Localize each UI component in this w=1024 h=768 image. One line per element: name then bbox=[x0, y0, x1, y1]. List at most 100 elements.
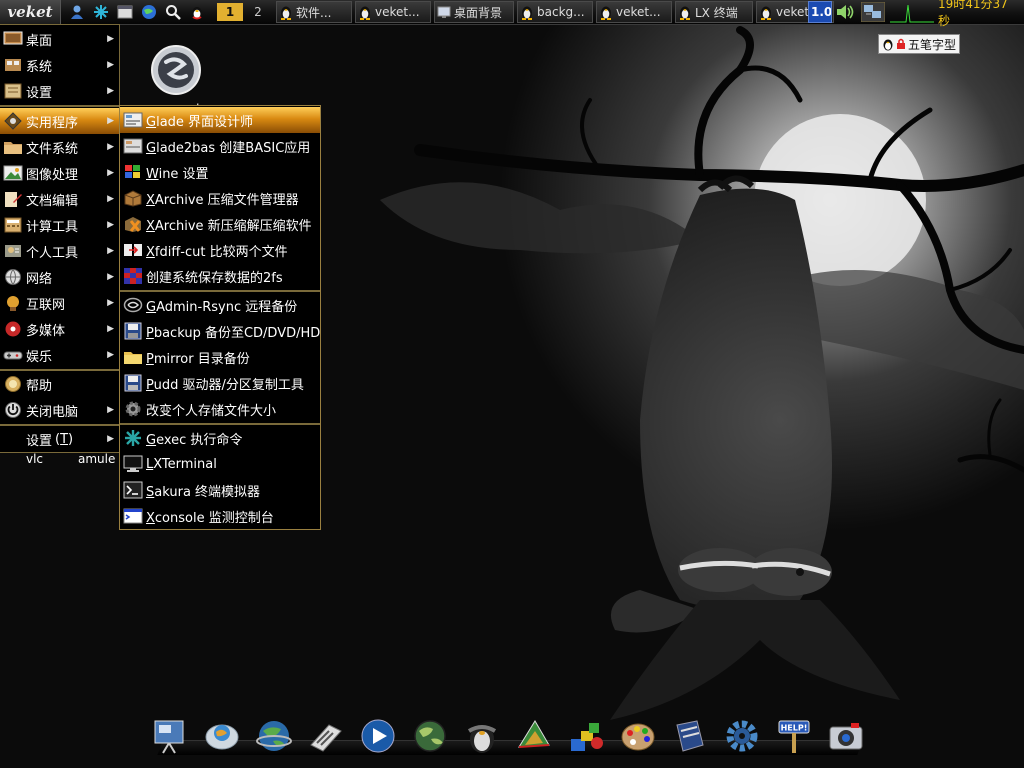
globe-tablet-icon[interactable] bbox=[202, 716, 242, 756]
gear-star-icon[interactable] bbox=[92, 3, 110, 21]
submenu-item-label: Xconsole 监测控制台 bbox=[146, 510, 274, 526]
submenu-item-xarchive-new[interactable]: XArchive 新压缩解压缩软件 bbox=[120, 211, 320, 237]
menu-item-help[interactable]: 帮助 bbox=[0, 371, 119, 397]
window-icon[interactable] bbox=[116, 3, 134, 21]
user-icon[interactable] bbox=[68, 3, 86, 21]
desktop-icon-gsopcast[interactable]: gsopcast bbox=[140, 44, 212, 114]
amule-label[interactable]: amule bbox=[78, 452, 115, 466]
menu-item-personal[interactable]: 个人工具 ▶ bbox=[0, 238, 119, 264]
menu-item-calculation[interactable]: 计算工具 ▶ bbox=[0, 212, 119, 238]
submenu-item-2fs[interactable]: 创建系统保存数据的2fs bbox=[120, 263, 320, 289]
menu-bottom-labels: vlc amule bbox=[0, 452, 120, 468]
ime-indicator[interactable]: 五笔字型 bbox=[878, 34, 961, 54]
submenu-item-gadmin-rsync[interactable]: GAdmin-Rsync 远程备份 bbox=[120, 292, 320, 318]
menu-item-network[interactable]: 网络 ▶ bbox=[0, 264, 119, 290]
submenu-item-label: Glade2bas 创建BASIC应用 bbox=[146, 140, 311, 156]
submenu-item-label: Wine 设置 bbox=[146, 166, 209, 182]
svg-text:HELP!: HELP! bbox=[781, 724, 808, 733]
camera-icon[interactable] bbox=[826, 716, 866, 756]
workspace-1-button[interactable]: 1 bbox=[217, 3, 243, 21]
task-button[interactable]: veket... bbox=[596, 1, 672, 23]
help-sign-icon[interactable]: HELP! bbox=[774, 716, 814, 756]
menu-item-shutdown[interactable]: 关闭电脑 ▶ bbox=[0, 397, 119, 423]
submenu-item-label: 创建系统保存数据的2fs bbox=[146, 270, 283, 286]
menu-item-label: 系统 bbox=[26, 59, 53, 75]
ime-label: 五笔字型 bbox=[908, 37, 957, 52]
world-icon[interactable] bbox=[410, 716, 450, 756]
internet-icon bbox=[3, 293, 23, 313]
menu-item-label: 桌面 bbox=[26, 33, 53, 49]
task-list: 软件... veket... 桌面背景 backg... veket... LX… bbox=[276, 0, 834, 24]
menu-item-accel: (T) bbox=[55, 431, 74, 447]
task-button[interactable]: 桌面背景 bbox=[434, 1, 514, 23]
menu-item-label: 互联网 bbox=[26, 297, 66, 313]
menu-item-internet[interactable]: 互联网 ▶ bbox=[0, 290, 119, 316]
submenu-item-glade[interactable]: Glade 界面设计师 bbox=[120, 107, 320, 133]
network-icon[interactable] bbox=[860, 2, 886, 22]
qq-penguin-icon[interactable] bbox=[188, 3, 206, 21]
penguin-icon[interactable] bbox=[462, 716, 502, 756]
globe-icon[interactable] bbox=[140, 3, 158, 21]
vlc-label[interactable]: vlc bbox=[26, 452, 43, 466]
submenu-item-label: Sakura 终端模拟器 bbox=[146, 484, 261, 500]
gear-icon[interactable] bbox=[722, 716, 762, 756]
submenu-item-label: Pbackup 备份至CD/DVD/HD bbox=[146, 325, 321, 341]
submenu-item-glade2bas[interactable]: Glade2bas 创建BASIC应用 bbox=[120, 133, 320, 159]
menu-item-documents[interactable]: 文档编辑 ▶ bbox=[0, 186, 119, 212]
veket-logo-button[interactable]: veket bbox=[0, 0, 61, 24]
play-icon[interactable] bbox=[358, 716, 398, 756]
menu-item-settings-t[interactable]: 设置 (T) ▶ bbox=[0, 426, 119, 452]
tux-icon bbox=[360, 6, 370, 20]
load-graph bbox=[890, 0, 934, 24]
menu-item-entertainment[interactable]: 娱乐 ▶ bbox=[0, 342, 119, 368]
diff-icon bbox=[123, 240, 143, 260]
submenu-item-pmirror[interactable]: Pmirror 目录备份 bbox=[120, 344, 320, 370]
menu-item-graphics[interactable]: 图像处理 ▶ bbox=[0, 160, 119, 186]
palette-icon[interactable] bbox=[618, 716, 658, 756]
menu-item-label: 娱乐 bbox=[26, 349, 53, 365]
submenu-item-gexec[interactable]: Gexec 执行命令 bbox=[120, 425, 320, 451]
menu-item-filesystem[interactable]: 文件系统 ▶ bbox=[0, 134, 119, 160]
menu-item-multimedia[interactable]: 多媒体 ▶ bbox=[0, 316, 119, 342]
photo-icon[interactable] bbox=[514, 716, 554, 756]
blocks-icon[interactable] bbox=[566, 716, 606, 756]
submenu-item-wine[interactable]: Wine 设置 bbox=[120, 159, 320, 185]
rsync-icon bbox=[123, 295, 143, 315]
menu-item-utilities[interactable]: 实用程序 ▶ bbox=[0, 108, 119, 134]
submenu-item-lxterminal[interactable]: LXTerminal bbox=[120, 451, 320, 477]
utilities-icon bbox=[3, 111, 23, 131]
tux-icon bbox=[601, 6, 611, 20]
menu-item-label: 实用程序 bbox=[26, 115, 79, 131]
workspace-2-button[interactable]: 2 bbox=[245, 3, 271, 21]
task-button[interactable]: veket... bbox=[355, 1, 431, 23]
task-button[interactable]: LX 终端 bbox=[675, 1, 753, 23]
menu-item-system[interactable]: 系统 ▶ bbox=[0, 52, 119, 78]
help-icon bbox=[3, 374, 23, 394]
menu-item-desktop[interactable]: 桌面 ▶ bbox=[0, 26, 119, 52]
clock[interactable]: 19时41分37秒 bbox=[938, 0, 1024, 28]
volume-icon[interactable] bbox=[834, 2, 856, 22]
search-icon[interactable] bbox=[164, 3, 182, 21]
lock-icon bbox=[897, 38, 905, 49]
desktop-icon bbox=[3, 29, 23, 49]
submenu-item-xconsole[interactable]: Xconsole 监测控制台 bbox=[120, 503, 320, 529]
task-button[interactable]: backg... bbox=[517, 1, 593, 23]
presentation-icon[interactable] bbox=[150, 716, 190, 756]
scanner-icon[interactable] bbox=[306, 716, 346, 756]
task-button[interactable]: 软件... bbox=[276, 1, 352, 23]
utilities-submenu: Glade 界面设计师 Glade2bas 创建BASIC应用 Wine 设置 … bbox=[119, 105, 321, 530]
book-icon[interactable] bbox=[670, 716, 710, 756]
submenu-item-resize-storage[interactable]: 改变个人存储文件大小 bbox=[120, 396, 320, 422]
submenu-item-xfdiff[interactable]: Xfdiff-cut 比较两个文件 bbox=[120, 237, 320, 263]
submenu-item-sakura[interactable]: Sakura 终端模拟器 bbox=[120, 477, 320, 503]
menu-item-settings[interactable]: 设置 ▶ bbox=[0, 78, 119, 104]
cpu-monitor[interactable]: 1.0 bbox=[808, 1, 832, 23]
submenu-item-xarchive[interactable]: XArchive 压缩文件管理器 bbox=[120, 185, 320, 211]
menu-item-label: 文件系统 bbox=[26, 141, 79, 157]
menu-item-label: 网络 bbox=[26, 271, 53, 287]
menu-item-label: 多媒体 bbox=[26, 323, 66, 339]
submenu-item-pudd[interactable]: Pudd 驱动器/分区复制工具 bbox=[120, 370, 320, 396]
submenu-item-pbackup[interactable]: Pbackup 备份至CD/DVD/HD bbox=[120, 318, 320, 344]
earth-icon[interactable] bbox=[254, 716, 294, 756]
wine-icon bbox=[123, 162, 143, 182]
